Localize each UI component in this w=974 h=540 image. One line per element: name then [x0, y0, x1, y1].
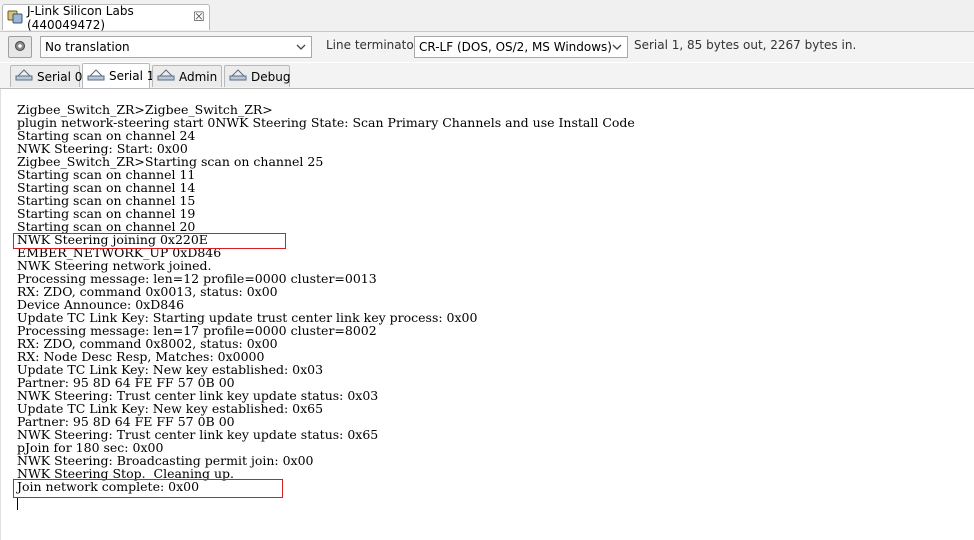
- translation-select[interactable]: No translation: [40, 36, 312, 58]
- line-terminator-value: CR-LF (DOS, OS/2, MS Windows): [419, 40, 612, 54]
- admin-tab-icon: [157, 68, 175, 85]
- text-cursor: [17, 498, 18, 510]
- line-terminator-label: Line terminator:: [326, 38, 423, 52]
- serial-tab-icon: [15, 68, 33, 85]
- console-tabs: Serial 0 Serial 1 Admin Debug: [0, 63, 974, 89]
- serial-tab-icon: [87, 68, 105, 85]
- console-toolbar: No translation Line terminator: CR-LF (D…: [0, 32, 974, 62]
- console-output-area[interactable]: Zigbee_Switch_ZR>Zigbee_Switch_ZR> plugin…: [0, 89, 974, 540]
- tab-admin[interactable]: Admin: [152, 65, 222, 87]
- gear-icon: [13, 39, 27, 56]
- tab-debug[interactable]: Debug: [224, 65, 290, 87]
- tab-label: Debug: [251, 69, 291, 84]
- tab-label: Serial 1: [109, 69, 155, 83]
- settings-button[interactable]: [8, 36, 32, 58]
- tab-serial-1[interactable]: Serial 1: [82, 63, 154, 88]
- serial-status-text: Serial 1, 85 bytes out, 2267 bytes in.: [634, 38, 857, 52]
- tab-label: Admin: [179, 69, 218, 84]
- tab-label: Serial 0: [37, 69, 83, 84]
- view-tab-title: J-Link Silicon Labs (440049472): [27, 3, 134, 32]
- close-tab-icon[interactable]: ☒: [193, 10, 205, 25]
- tab-serial-0[interactable]: Serial 0: [10, 65, 83, 87]
- view-tab-jlink[interactable]: J-Link Silicon Labs (440049472) ☒: [2, 3, 210, 32]
- view-tab-bar: J-Link Silicon Labs (440049472) ☒: [0, 0, 974, 32]
- debug-tab-icon: [229, 68, 247, 85]
- chevron-down-icon: [295, 39, 307, 55]
- chevron-down-icon: [611, 39, 623, 55]
- jlink-adapter-icon: [7, 8, 23, 27]
- highlight-box-join-complete: [13, 479, 283, 498]
- console-text: Zigbee_Switch_ZR>Zigbee_Switch_ZR> plugin…: [17, 103, 635, 493]
- highlight-box-joining: [13, 233, 286, 249]
- line-terminator-select[interactable]: CR-LF (DOS, OS/2, MS Windows): [414, 36, 628, 58]
- translation-value: No translation: [45, 40, 130, 54]
